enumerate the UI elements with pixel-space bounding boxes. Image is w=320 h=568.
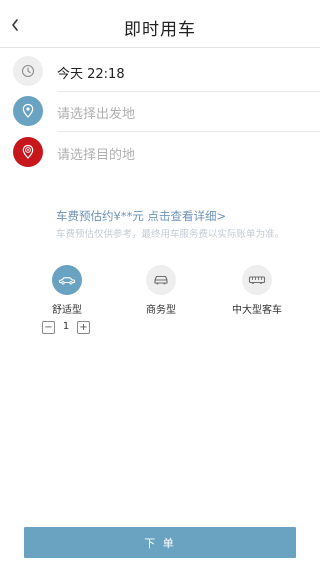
nav-header: 即时用车 bbox=[0, 0, 320, 48]
pickup-row[interactable]: 请选择出发地 bbox=[0, 92, 320, 132]
time-icon-wrap bbox=[13, 56, 43, 86]
destination-row[interactable]: 请选择目的地 bbox=[0, 133, 320, 173]
car-type-icon-wrap bbox=[146, 265, 176, 295]
submit-order-button[interactable]: 下 单 bbox=[24, 527, 296, 558]
row-divider bbox=[57, 131, 320, 132]
car-type-label: 商务型 bbox=[146, 305, 176, 316]
fare-disclaimer: 车费预估仅供参考，最终用车服务费以实际账单为准。 bbox=[56, 229, 285, 240]
pickup-placeholder: 请选择出发地 bbox=[57, 107, 136, 122]
destination-placeholder: 请选择目的地 bbox=[57, 148, 136, 163]
decrement-button[interactable]: − bbox=[42, 321, 55, 334]
car-type-label: 中大型客车 bbox=[232, 305, 282, 316]
bus-icon bbox=[248, 276, 266, 284]
car-type-icon-wrap bbox=[242, 265, 272, 295]
car-type-bus[interactable]: 中大型客车 bbox=[227, 265, 287, 316]
car-type-business[interactable]: 商务型 bbox=[131, 265, 191, 316]
quantity-value: 1 bbox=[62, 321, 70, 332]
page-title: 即时用车 bbox=[124, 20, 196, 40]
sedan-icon bbox=[58, 277, 76, 285]
clock-icon bbox=[21, 64, 35, 78]
quantity-stepper: − 1 + bbox=[42, 321, 92, 335]
departure-time: 今天 22:18 bbox=[57, 67, 125, 82]
increment-button[interactable]: + bbox=[77, 321, 90, 334]
car-type-label: 舒适型 bbox=[52, 305, 82, 316]
destination-icon-wrap bbox=[13, 137, 43, 167]
car-icon bbox=[154, 275, 168, 285]
car-type-icon-wrap bbox=[52, 265, 82, 295]
target-pin-icon bbox=[22, 144, 34, 159]
fare-estimate-link[interactable]: 车费预估约¥**元 点击查看详细> bbox=[56, 208, 226, 224]
car-type-comfort[interactable]: 舒适型 bbox=[37, 265, 97, 316]
screen: 即时用车 今天 22:18 请选择出发地 请选择目的地 车费预估约¥**元 点击… bbox=[0, 0, 320, 568]
location-pin-icon bbox=[22, 103, 34, 118]
pickup-icon-wrap bbox=[13, 96, 43, 126]
time-row[interactable]: 今天 22:18 bbox=[0, 52, 320, 92]
